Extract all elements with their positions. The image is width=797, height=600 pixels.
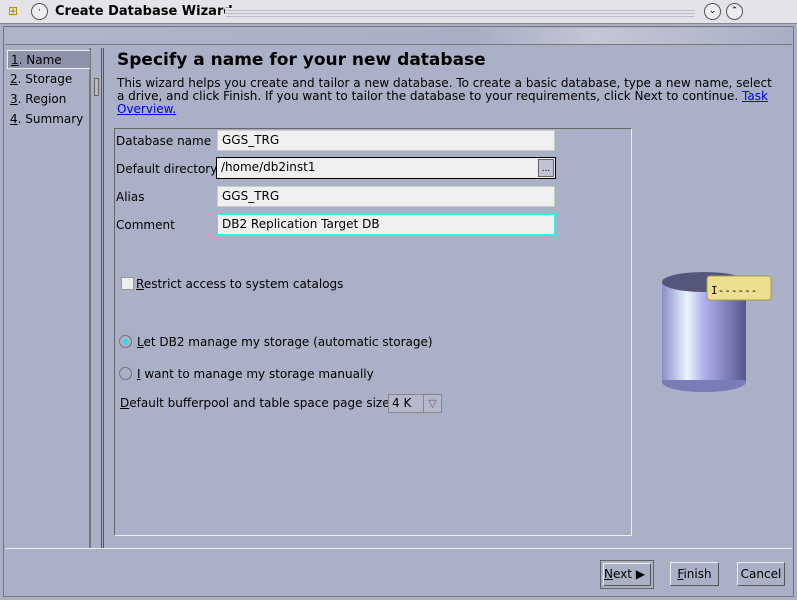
alias-label: Alias bbox=[116, 190, 145, 204]
alias-input[interactable]: GGS_TRG bbox=[217, 186, 555, 207]
svg-text:I------: I------ bbox=[711, 284, 757, 297]
minimize-button[interactable]: ⌄ bbox=[704, 3, 721, 20]
app-icon: ⊞ bbox=[8, 4, 19, 18]
maximize-button[interactable]: ⌃ bbox=[726, 3, 743, 20]
chevron-down-icon[interactable]: ▽ bbox=[423, 395, 441, 412]
divider bbox=[5, 548, 792, 549]
database-name-label: Database name bbox=[116, 134, 212, 148]
restrict-access-label[interactable]: Restrict access to system catalogs bbox=[136, 277, 343, 291]
label-text: ext bbox=[612, 567, 632, 581]
mnemonic: N bbox=[604, 567, 613, 581]
steps-list: 1. Name 2. Storage 3. Region 4. Summary bbox=[5, 48, 91, 548]
mnemonic: D bbox=[120, 396, 130, 410]
comment-label: Comment bbox=[116, 218, 175, 232]
default-directory-label: Default directory bbox=[116, 162, 218, 176]
finish-button[interactable]: Finish bbox=[670, 562, 719, 586]
splitter[interactable] bbox=[90, 48, 102, 548]
step-num: 4 bbox=[10, 112, 18, 126]
database-name-input[interactable]: GGS_TRG bbox=[217, 130, 555, 151]
step-name[interactable]: 1. Name bbox=[7, 50, 91, 69]
browse-button[interactable]: ... bbox=[538, 159, 554, 177]
default-directory-input[interactable]: /home/db2inst1... bbox=[216, 157, 556, 179]
title-bar-lines bbox=[225, 8, 695, 18]
cancel-button[interactable]: Cancel bbox=[737, 562, 785, 586]
intro-body: This wizard helps you create and tailor … bbox=[117, 76, 772, 103]
step-label: . Summary bbox=[17, 112, 84, 126]
label-text: inish bbox=[683, 567, 712, 581]
step-storage[interactable]: 2. Storage bbox=[7, 70, 91, 89]
label-text: want to manage my storage manually bbox=[140, 367, 374, 381]
window-menu-icon[interactable]: · bbox=[31, 3, 48, 20]
manual-storage-label[interactable]: I want to manage my storage manually bbox=[137, 367, 374, 381]
label-text: et DB2 manage my storage (automatic stor… bbox=[143, 335, 433, 349]
label-text: efault bufferpool and table space page s… bbox=[129, 396, 390, 410]
page-size-value: 4 K bbox=[392, 396, 412, 410]
intro-text: This wizard helps you create and tailor … bbox=[117, 77, 777, 116]
banner bbox=[5, 28, 792, 45]
arrow-right-icon: ▶ bbox=[631, 567, 646, 581]
step-label: . Name bbox=[18, 53, 62, 67]
next-button-face: Next ▶ bbox=[603, 563, 651, 586]
step-label: . Storage bbox=[17, 72, 73, 86]
mnemonic: R bbox=[136, 277, 144, 291]
comment-input[interactable]: DB2 Replication Target DB bbox=[217, 214, 555, 235]
step-num: 2 bbox=[10, 72, 18, 86]
database-illustration-icon: I------ bbox=[662, 272, 772, 392]
step-summary[interactable]: 4. Summary bbox=[7, 110, 91, 129]
window-title: Create Database Wizard bbox=[55, 4, 233, 19]
page-size-label: Default bufferpool and table space page … bbox=[120, 396, 390, 410]
step-label: . Region bbox=[17, 92, 67, 106]
default-directory-value: /home/db2inst1 bbox=[221, 160, 316, 174]
splitter-grip[interactable] bbox=[94, 78, 99, 96]
restrict-access-checkbox[interactable] bbox=[121, 277, 134, 290]
automatic-storage-label[interactable]: Let DB2 manage my storage (automatic sto… bbox=[137, 335, 433, 349]
page-size-select[interactable]: 4 K ▽ bbox=[388, 394, 442, 413]
step-region[interactable]: 3. Region bbox=[7, 90, 91, 109]
manual-storage-radio[interactable] bbox=[119, 367, 132, 380]
label-text: estrict access to system catalogs bbox=[143, 277, 344, 291]
next-button[interactable]: Next ▶ bbox=[600, 560, 654, 589]
step-num: 3 bbox=[10, 92, 18, 106]
page-title: Specify a name for your new database bbox=[117, 50, 486, 70]
step-num: 1 bbox=[11, 53, 19, 67]
automatic-storage-radio[interactable] bbox=[119, 335, 132, 348]
title-bar: ⊞ · Create Database Wizard ⌄ ⌃ bbox=[0, 0, 797, 24]
